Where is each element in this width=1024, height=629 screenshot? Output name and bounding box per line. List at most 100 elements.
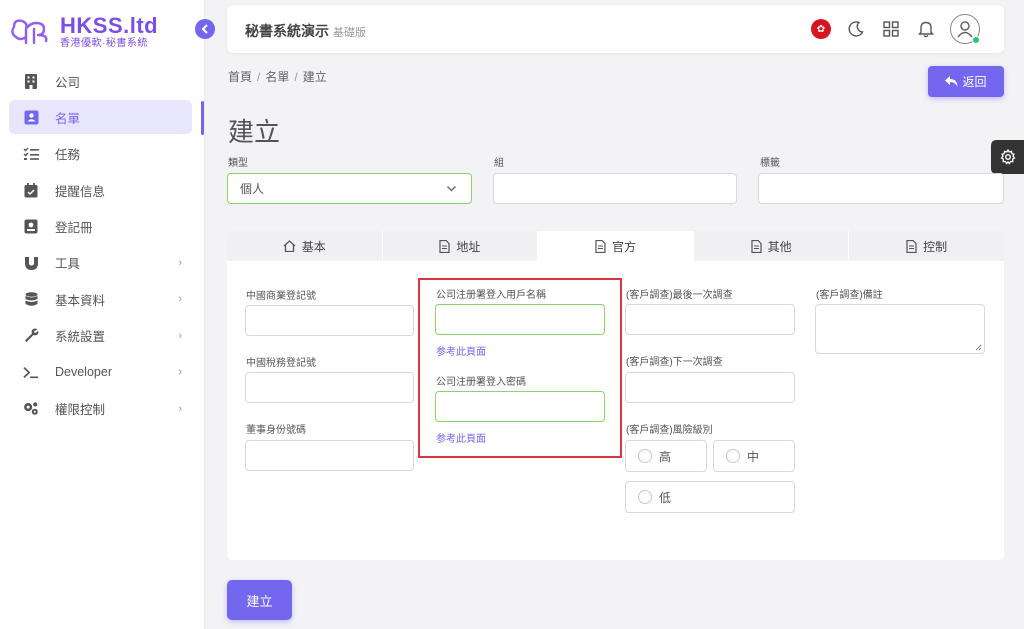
sidebar: HKSS.ltd 香港優軟·秘書系統 公司 名單 任務 提醒信息 登記冊 工具 … xyxy=(0,0,205,629)
app-title: 秘書系統演示 xyxy=(245,23,329,39)
tab-official[interactable]: 官方 xyxy=(538,231,694,261)
calendar-check-icon xyxy=(23,182,39,198)
tags-input[interactable] xyxy=(758,173,1004,204)
sidebar-item-system-settings[interactable]: 系統設置 › xyxy=(9,319,192,353)
tab-bar: 基本 地址 官方 其他 控制 xyxy=(227,231,1004,261)
register-book-icon xyxy=(23,219,39,235)
tab-label: 其他 xyxy=(767,239,792,254)
sidebar-menu: 公司 名單 任務 提醒信息 登記冊 工具 › 基本資料 › 系統設置 › Dev… xyxy=(9,64,192,428)
hk-flag-icon: ✿ xyxy=(811,19,831,39)
moon-icon xyxy=(848,21,864,37)
chevron-right-icon: › xyxy=(178,256,182,269)
bell-icon xyxy=(918,21,934,37)
last-review-input[interactable] xyxy=(625,304,795,335)
sidebar-item-basic-data[interactable]: 基本資料 › xyxy=(9,282,192,316)
group-label: 組 xyxy=(494,158,504,169)
grid-icon xyxy=(883,21,899,37)
sidebar-item-contacts[interactable]: 名單 xyxy=(9,100,192,135)
sidebar-item-tasks[interactable]: 任務 xyxy=(9,137,192,171)
breadcrumb-list[interactable]: 名單 xyxy=(265,70,289,84)
next-review-input[interactable] xyxy=(625,372,795,403)
sidebar-item-company[interactable]: 公司 xyxy=(9,64,192,98)
sidebar-item-label: Developer xyxy=(55,365,112,380)
breadcrumb: 首頁 / 名單 / 建立 xyxy=(228,68,332,85)
type-select[interactable]: 個人 xyxy=(227,173,472,204)
radio-circle-icon xyxy=(638,490,652,504)
resize-handle-icon[interactable] xyxy=(975,344,982,351)
reply-arrow-icon xyxy=(945,76,958,87)
back-button[interactable]: 返回 xyxy=(928,66,1004,97)
chevron-right-icon: › xyxy=(178,402,182,415)
database-icon xyxy=(23,291,39,307)
sidebar-item-label: 基本資料 xyxy=(55,293,106,308)
breadcrumb-separator: / xyxy=(257,70,261,84)
type-label: 類型 xyxy=(228,158,248,169)
language-flag-button[interactable]: ✿ xyxy=(810,18,832,40)
radio-circle-icon xyxy=(726,449,740,463)
sidebar-active-indicator xyxy=(201,101,204,135)
breadcrumb-home[interactable]: 首頁 xyxy=(228,70,252,84)
sidebar-item-register[interactable]: 登記冊 xyxy=(9,210,192,244)
sidebar-item-label: 登記冊 xyxy=(55,221,93,236)
risk-level-label: (客戶調查)風險級別 xyxy=(626,425,713,436)
last-review-label: (客戶調查)最後一次調查 xyxy=(626,290,733,301)
sidebar-item-developer[interactable]: Developer › xyxy=(9,355,192,389)
sidebar-item-permissions[interactable]: 權限控制 › xyxy=(9,392,192,426)
notifications-button[interactable] xyxy=(915,18,937,40)
tab-other[interactable]: 其他 xyxy=(694,231,850,261)
tax-reg-input[interactable] xyxy=(245,372,414,403)
chevron-right-icon: › xyxy=(178,293,182,306)
biz-reg-label: 中國商業登記號 xyxy=(246,291,316,302)
chevron-down-icon xyxy=(447,186,456,192)
type-select-value: 個人 xyxy=(240,182,265,196)
top-header: 秘書系統演示 基礎版 ✿ xyxy=(227,5,1004,53)
dark-mode-toggle[interactable] xyxy=(845,18,867,40)
document-icon xyxy=(906,239,917,253)
header-title: 秘書系統演示 基礎版 xyxy=(245,21,366,41)
app-edition: 基礎版 xyxy=(333,27,366,39)
group-input[interactable] xyxy=(493,173,737,204)
tab-label: 控制 xyxy=(923,239,948,254)
remarks-textarea[interactable] xyxy=(815,304,985,354)
document-icon xyxy=(750,239,762,253)
breadcrumb-separator: / xyxy=(294,70,298,84)
risk-option-label: 高 xyxy=(659,449,672,464)
back-button-label: 返回 xyxy=(962,75,987,89)
biz-reg-input[interactable] xyxy=(245,305,414,336)
brand-name: HKSS.ltd xyxy=(60,13,159,38)
risk-option-low[interactable]: 低 xyxy=(625,481,795,513)
sidebar-item-tools[interactable]: 工具 › xyxy=(9,246,192,280)
risk-option-medium[interactable]: 中 xyxy=(713,440,795,472)
tab-basic[interactable]: 基本 xyxy=(227,231,383,261)
sidebar-item-label: 任務 xyxy=(55,148,81,163)
tax-reg-label: 中國稅務登記號 xyxy=(246,358,316,369)
checklist-icon xyxy=(23,146,39,162)
brand-logo[interactable]: HKSS.ltd 香港優軟·秘書系統 xyxy=(8,14,158,50)
building-icon xyxy=(23,73,39,89)
radio-circle-icon xyxy=(638,449,652,463)
gear-icon xyxy=(1000,149,1015,165)
tab-address[interactable]: 地址 xyxy=(383,231,539,261)
tab-control[interactable]: 控制 xyxy=(849,231,1004,261)
online-status-dot xyxy=(972,36,980,44)
director-id-label: 董事身份號碼 xyxy=(246,425,306,436)
tags-label: 標籤 xyxy=(760,158,780,169)
next-review-label: (客戶調查)下一次調查 xyxy=(626,357,723,368)
user-avatar[interactable] xyxy=(950,14,980,44)
theme-settings-button[interactable] xyxy=(991,140,1024,174)
header-actions: ✿ xyxy=(797,14,980,44)
sidebar-collapse-button[interactable] xyxy=(195,19,215,39)
sidebar-item-label: 系統設置 xyxy=(55,330,106,345)
sidebar-item-reminders[interactable]: 提醒信息 xyxy=(9,173,192,207)
sidebar-item-label: 權限控制 xyxy=(55,403,106,418)
user-icon xyxy=(957,21,973,38)
sidebar-item-label: 提醒信息 xyxy=(55,184,106,199)
risk-option-high[interactable]: 高 xyxy=(625,440,707,472)
tab-label: 地址 xyxy=(456,239,481,254)
apps-grid-button[interactable] xyxy=(880,18,902,40)
cogs-icon xyxy=(23,401,39,417)
sidebar-item-label: 公司 xyxy=(55,75,81,90)
create-button[interactable]: 建立 xyxy=(227,580,292,620)
director-id-input[interactable] xyxy=(245,440,414,471)
contact-card-icon xyxy=(23,109,39,125)
